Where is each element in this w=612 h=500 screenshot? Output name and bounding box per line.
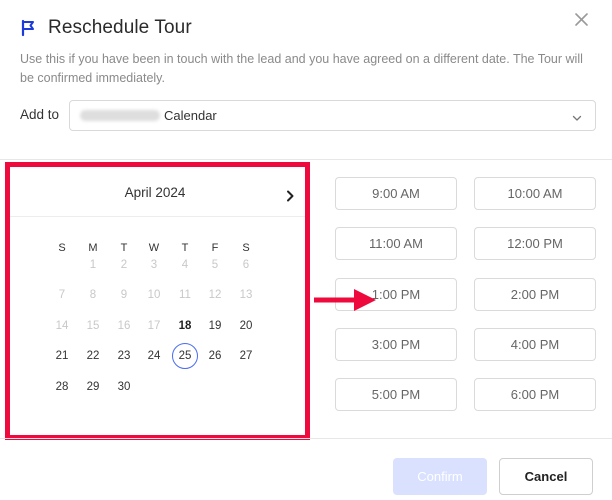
calendar-day[interactable]: 23 (111, 343, 137, 369)
time-slot-button[interactable]: 11:00 AM (335, 227, 457, 260)
flag-icon (20, 19, 38, 37)
calendar-day-disabled: 17 (147, 320, 161, 332)
confirm-button[interactable]: Confirm (393, 458, 487, 495)
calendar-day-disabled: 2 (120, 259, 128, 271)
calendar-day[interactable]: 20 (233, 313, 259, 339)
cancel-button[interactable]: Cancel (499, 458, 593, 495)
time-slot-button[interactable]: 5:00 PM (335, 378, 457, 411)
time-slot-button[interactable]: 4:00 PM (474, 328, 596, 361)
calendar-day[interactable]: 27 (233, 343, 259, 369)
calendar-day-disabled: 12 (208, 289, 222, 301)
calendar-day[interactable]: 30 (111, 374, 137, 400)
calendar-day-disabled: 3 (150, 259, 158, 271)
calendar-day-today[interactable]: 18 (172, 313, 198, 339)
calendar-day-disabled: 6 (242, 259, 250, 271)
calendar-select[interactable]: Calendar (69, 100, 596, 131)
calendar-day-disabled: 10 (147, 289, 161, 301)
calendar-select-value: Calendar (164, 108, 217, 123)
date-picker: April 2024 S M T W T F S 1 2 3 4 5 6 7 8 9 10 11 12 13 14 15 1… (5, 162, 310, 440)
close-icon[interactable] (572, 10, 592, 30)
chevron-right-icon[interactable] (285, 189, 295, 202)
time-slot-button[interactable]: 10:00 AM (474, 177, 596, 210)
calendar-day-disabled: 14 (55, 320, 69, 332)
calendar-day[interactable]: 19 (202, 313, 228, 339)
divider (0, 438, 612, 439)
weekday-label: S (58, 242, 66, 254)
time-slot-button[interactable]: 9:00 AM (335, 177, 457, 210)
calendar-day-disabled: 16 (117, 320, 131, 332)
calendar-day[interactable]: 24 (141, 343, 167, 369)
calendar-day-disabled: 11 (179, 289, 191, 301)
calendar-day-disabled: 7 (58, 289, 66, 301)
calendar-day-disabled: 4 (181, 259, 189, 271)
calendar-day[interactable]: 21 (49, 343, 75, 369)
calendar-day-disabled: 15 (86, 320, 100, 332)
calendar-day[interactable]: 29 (80, 374, 106, 400)
calendar-day-disabled: 5 (211, 259, 219, 271)
date-picker-header: April 2024 (10, 167, 305, 217)
calendar-day[interactable]: 22 (80, 343, 106, 369)
month-label: April 2024 (124, 185, 186, 200)
add-to-label: Add to (20, 107, 60, 122)
chevron-down-icon (572, 111, 582, 121)
time-slot-button[interactable]: 6:00 PM (474, 378, 596, 411)
divider (0, 159, 612, 160)
calendar-day-disabled: 9 (120, 289, 128, 301)
calendar-day[interactable]: 26 (202, 343, 228, 369)
dialog-header: Reschedule Tour (20, 14, 192, 42)
calendar-day-disabled: 8 (89, 289, 97, 301)
dialog-description: Use this if you have been in touch with … (20, 52, 583, 85)
time-slot-button[interactable]: 3:00 PM (335, 328, 457, 361)
calendar-day[interactable]: 28 (49, 374, 75, 400)
calendar-day-disabled: 13 (239, 289, 253, 301)
time-slot-button[interactable]: 2:00 PM (474, 278, 596, 311)
time-slot-button[interactable]: 12:00 PM (474, 227, 596, 260)
calendar-day-selected[interactable]: 25 (172, 343, 198, 369)
redacted-owner-name (80, 110, 160, 121)
dialog-title: Reschedule Tour (48, 17, 192, 38)
arrow-right-icon (314, 289, 376, 311)
calendar-day-disabled: 1 (89, 259, 97, 271)
